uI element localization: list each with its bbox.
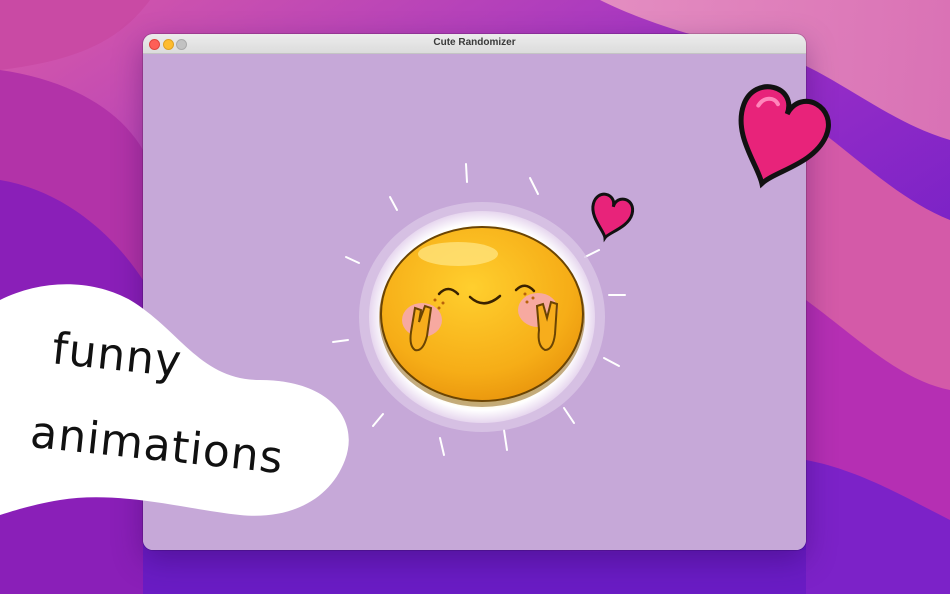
promo-overlay — [0, 84, 831, 516]
caption-blob — [0, 284, 349, 516]
big-heart-icon — [738, 84, 831, 189]
